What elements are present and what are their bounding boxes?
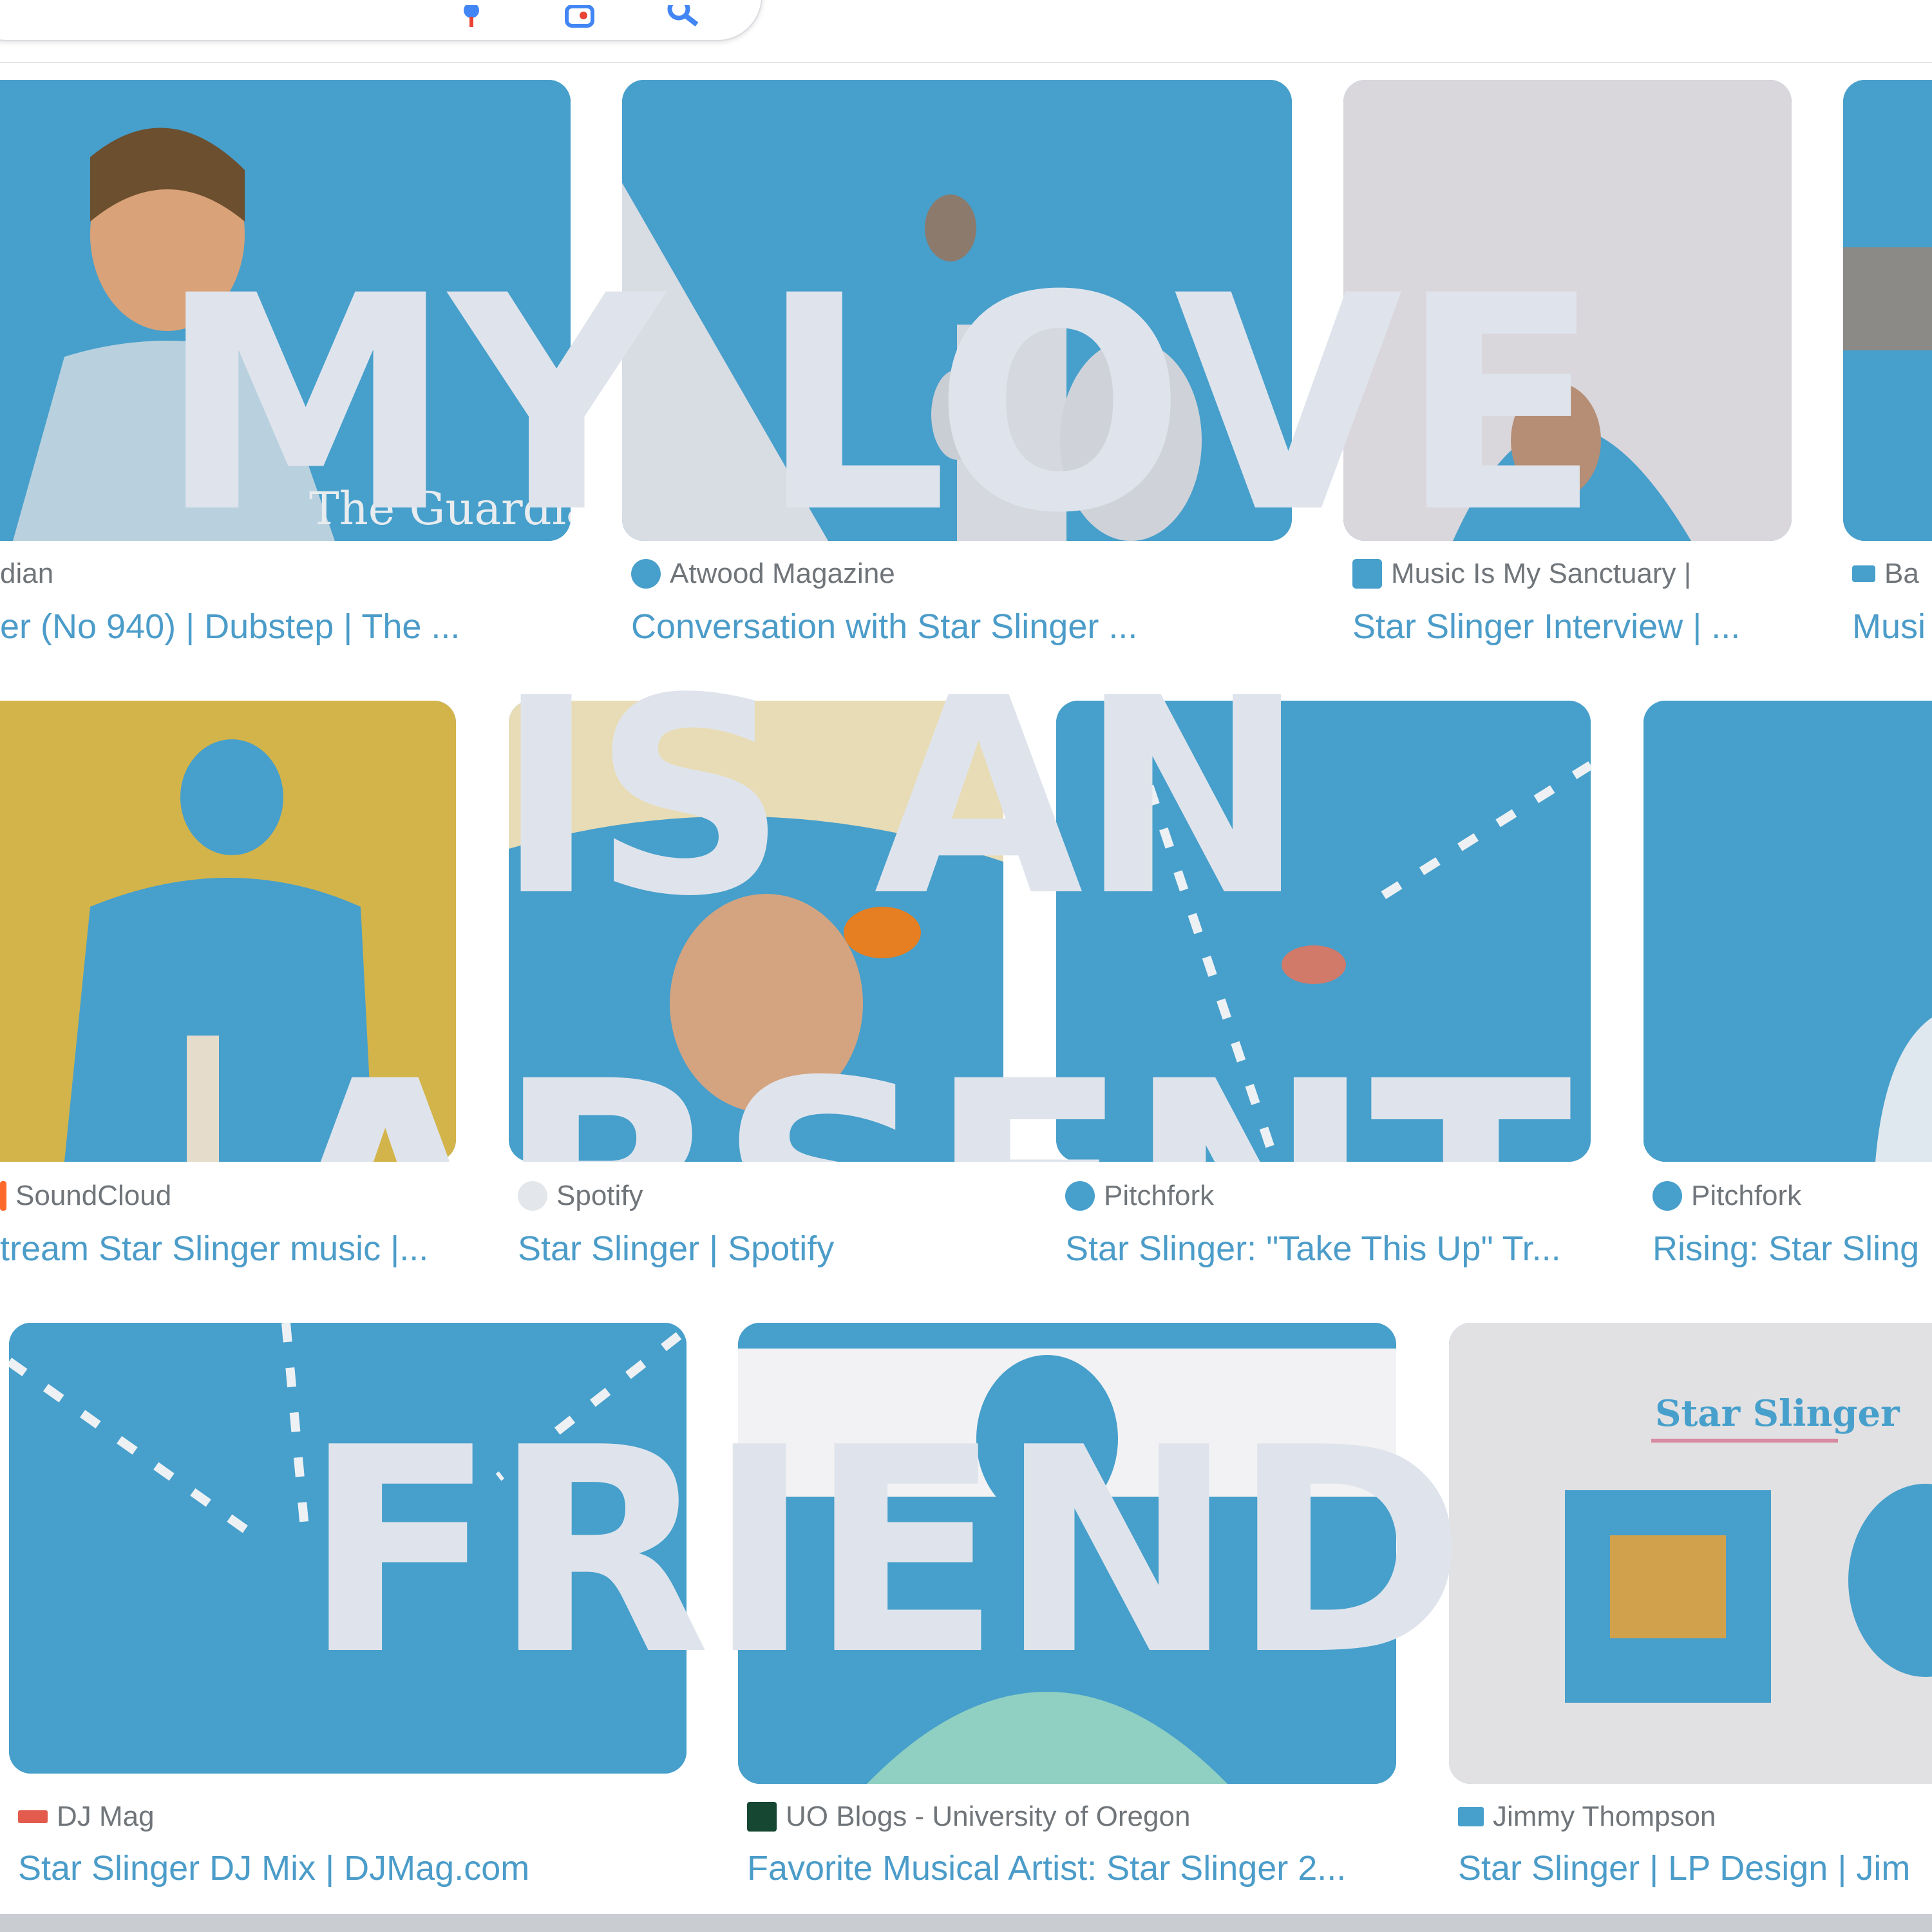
result-title[interactable]: Star Slinger | Spotify (518, 1229, 834, 1269)
horizontal-scrollbar[interactable] (0, 1914, 1932, 1932)
search-icon[interactable] (665, 0, 703, 31)
pitchfork-icon (1065, 1181, 1095, 1211)
result-thumbnail[interactable]: The Guardian (0, 80, 571, 541)
result-title[interactable]: Rising: Star Sling (1653, 1229, 1919, 1269)
result-source: Pitchfork (1653, 1180, 1801, 1212)
result-thumbnail[interactable] (622, 80, 1292, 541)
atwood-magazine-icon (631, 559, 661, 589)
spotify-icon (518, 1181, 547, 1211)
result-source: Atwood Magazine (631, 558, 895, 590)
search-box[interactable] (0, 0, 762, 41)
result-source: Pitchfork (1065, 1180, 1214, 1212)
microphone-icon[interactable] (452, 3, 491, 31)
result-thumbnail[interactable]: Star Slinger (1449, 1323, 1932, 1784)
pitchfork-icon (1653, 1181, 1682, 1211)
result-thumbnail[interactable] (1843, 80, 1932, 541)
thumb-text: The Guardian (309, 482, 571, 535)
music-sanctuary-icon (1352, 559, 1382, 589)
result-source: Music Is My Sanctuary | (1352, 558, 1691, 590)
uo-blogs-icon (747, 1802, 777, 1832)
dj-mag-icon (18, 1810, 48, 1823)
result-thumbnail[interactable] (1056, 701, 1591, 1162)
result-thumbnail[interactable] (9, 1323, 687, 1774)
result-title[interactable]: Star Slinger DJ Mix | DJMag.com (18, 1848, 529, 1888)
result-thumbnail[interactable] (0, 701, 456, 1162)
header-divider (0, 62, 1932, 63)
source-icon (1852, 565, 1875, 582)
jimmy-thompson-icon (1458, 1807, 1484, 1826)
result-thumbnail[interactable] (1643, 701, 1932, 1162)
result-source: Jimmy Thompson (1458, 1801, 1716, 1833)
result-title[interactable]: er (No 940) | Dubstep | The ... (0, 607, 460, 647)
result-thumbnail[interactable] (1343, 80, 1792, 541)
result-title[interactable]: Star Slinger | LP Design | Jim (1458, 1848, 1910, 1888)
result-title[interactable]: Favorite Musical Artist: Star Slinger 2.… (747, 1848, 1346, 1888)
thumb-text: Star Slinger (1655, 1392, 1900, 1435)
result-title[interactable]: Star Slinger: "Take This Up" Tr... (1065, 1229, 1561, 1269)
soundcloud-icon (0, 1181, 6, 1211)
result-source: Spotify (518, 1180, 643, 1212)
result-title[interactable]: Conversation with Star Slinger ... (631, 607, 1137, 647)
result-source: SoundCloud (0, 1180, 171, 1212)
camera-lens-icon[interactable] (562, 5, 600, 31)
result-source: dian (0, 558, 54, 589)
result-title[interactable]: Musi (1852, 607, 1926, 647)
result-source: Ba (1852, 558, 1919, 590)
result-source: DJ Mag (18, 1801, 155, 1833)
result-thumbnail[interactable] (738, 1323, 1396, 1784)
result-thumbnail[interactable] (509, 701, 1003, 1162)
result-title[interactable]: Star Slinger Interview | ... (1352, 607, 1740, 647)
result-source: UO Blogs - University of Oregon (747, 1801, 1190, 1833)
result-title[interactable]: tream Star Slinger music |... (0, 1229, 428, 1269)
